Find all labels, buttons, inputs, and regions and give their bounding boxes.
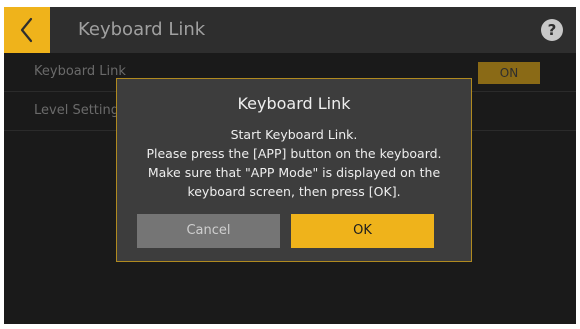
help-button[interactable]: ? (541, 19, 563, 41)
dialog-message-line: Make sure that "APP Mode" is displayed o… (147, 165, 441, 180)
ok-button[interactable]: OK (291, 214, 434, 248)
title-bar: Keyboard Link ? (4, 7, 576, 53)
dialog-message-line: Please press the [APP] button on the key… (146, 146, 442, 161)
dialog-title: Keyboard Link (237, 94, 351, 113)
dialog-message: Start Keyboard Link. Please press the [A… (117, 125, 471, 201)
page-title: Keyboard Link (78, 19, 206, 40)
keyboard-link-dialog: Keyboard Link Start Keyboard Link. Pleas… (116, 78, 472, 262)
dialog-message-line: keyboard screen, then press [OK]. (187, 184, 401, 199)
keyboard-link-toggle[interactable]: ON (478, 62, 540, 84)
back-button[interactable] (4, 7, 50, 53)
device-screen: Keyboard Link ? Keyboard Link ON Level S… (4, 7, 576, 324)
cancel-button[interactable]: Cancel (137, 214, 280, 248)
setting-label: Keyboard Link (34, 64, 126, 79)
setting-label: Level Setting (34, 103, 119, 118)
dialog-message-line: Start Keyboard Link. (230, 127, 358, 142)
chevron-left-icon (20, 17, 33, 43)
